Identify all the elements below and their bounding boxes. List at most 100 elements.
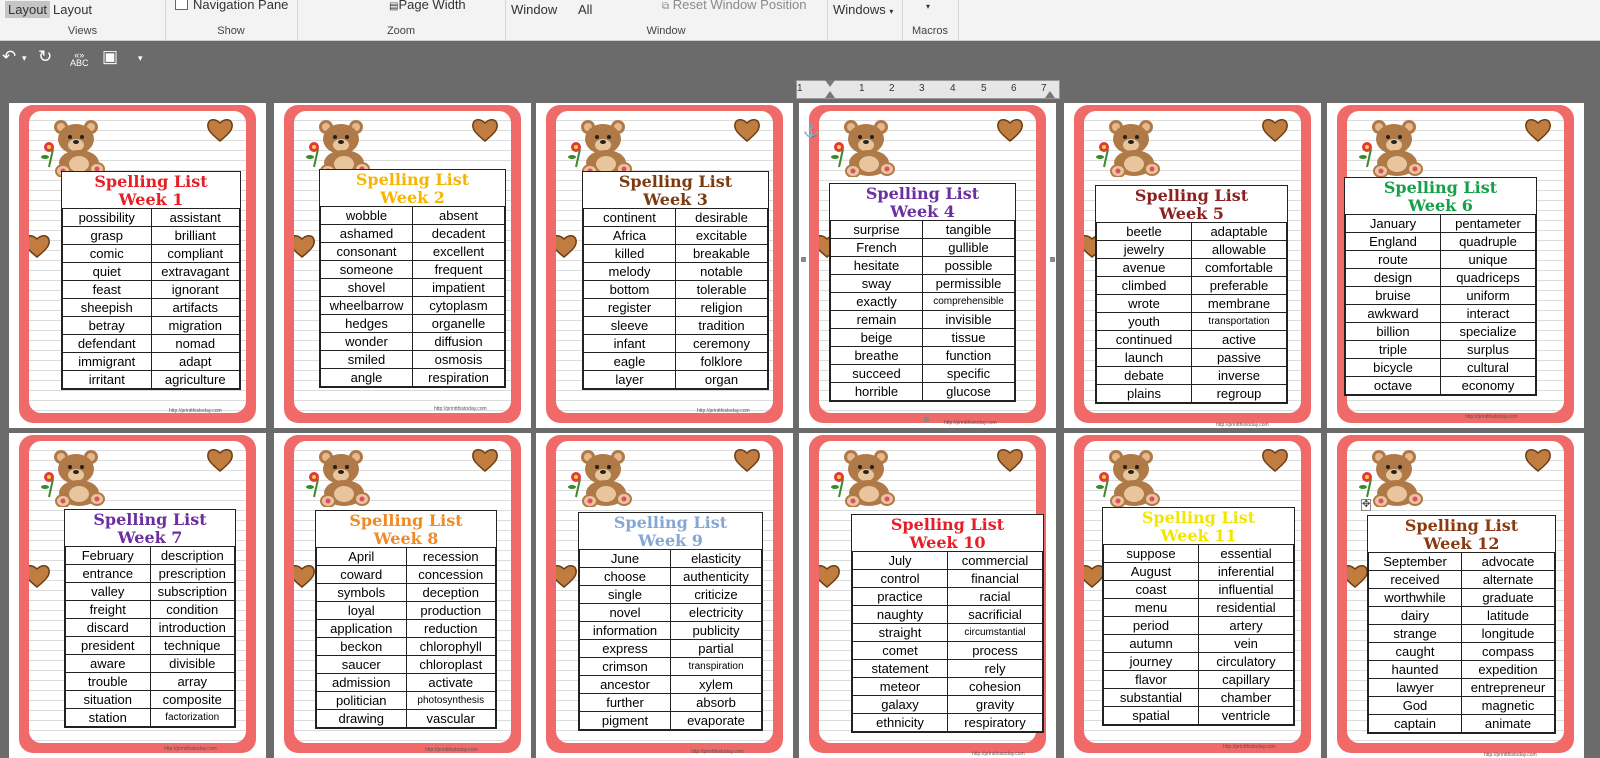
word-cell[interactable]: haunted [1368,660,1462,679]
word-cell[interactable]: caught [1368,642,1462,661]
navigation-pane-checkbox[interactable]: Navigation Pane [175,0,288,12]
word-cell[interactable]: comprehensible [922,292,1015,311]
word-cell[interactable]: publicity [670,621,762,640]
word-cell[interactable]: flavor [1103,670,1199,689]
word-cell[interactable]: admission [316,673,407,692]
word-cell[interactable]: comet [852,641,948,660]
word-cell[interactable]: animate [1461,714,1555,733]
word-cell[interactable]: financial [947,569,1043,588]
word-cell[interactable]: extravagant [150,262,240,281]
word-cell[interactable]: comfortable [1191,258,1287,277]
web-layout-button[interactable]: Layout [53,2,92,17]
word-cell[interactable]: photosynthesis [405,691,496,710]
word-cell[interactable]: saucer [316,655,407,674]
word-cell[interactable]: description [149,546,235,565]
word-cell[interactable]: continued [1096,330,1192,349]
word-cell[interactable]: circulatory [1198,652,1294,671]
word-cell[interactable]: angle [320,368,413,387]
word-cell[interactable]: compass [1461,642,1555,661]
undo-icon[interactable]: ↶ [2,47,16,67]
word-cell[interactable]: April [316,547,407,566]
word-cell[interactable]: naughty [852,605,948,624]
word-cell[interactable]: information [579,621,671,640]
word-cell[interactable]: worthwhile [1368,588,1462,607]
word-cell[interactable]: French [830,238,923,257]
word-cell[interactable]: bottom [583,280,676,299]
document-page[interactable]: Spelling List Week 10 July commercial contro… [799,433,1056,758]
word-cell[interactable]: circumstantial [947,623,1043,642]
word-cell[interactable]: God [1368,696,1462,715]
word-cell[interactable]: ventricle [1198,706,1294,725]
word-cell[interactable]: wobble [320,206,413,225]
word-cell[interactable]: remain [830,310,923,329]
word-cell[interactable]: eagle [583,352,676,371]
word-cell[interactable]: freight [65,600,151,619]
horizontal-ruler[interactable]: 11234567 [796,80,1060,99]
word-cell[interactable]: discard [65,618,151,637]
word-cell[interactable]: passive [1191,348,1287,367]
document-page[interactable]: Spelling List Week 2 wobble absent ashamed de… [274,103,531,428]
word-cell[interactable]: triple [1345,340,1441,359]
word-cell[interactable]: migration [150,316,240,335]
word-cell[interactable]: control [852,569,948,588]
word-cell[interactable]: Africa [583,226,676,245]
word-cell[interactable]: design [1345,268,1441,287]
word-cell[interactable]: respiration [412,368,505,387]
word-cell[interactable]: deception [405,583,496,602]
word-cell[interactable]: quadruple [1440,232,1536,251]
word-cell[interactable]: shovel [320,278,413,297]
word-cell[interactable]: horrible [830,382,923,401]
word-cell[interactable]: climbed [1096,276,1192,295]
word-cell[interactable]: tissue [922,328,1015,347]
word-cell[interactable]: straight [852,623,948,642]
word-cell[interactable]: route [1345,250,1441,269]
word-cell[interactable]: impatient [412,278,505,297]
table-move-handle-icon[interactable]: ✥ [1361,499,1372,511]
word-cell[interactable]: folklore [675,352,768,371]
word-cell[interactable]: president [65,636,151,655]
arrange-all-button[interactable]: All [578,2,592,17]
left-indent-marker[interactable] [825,91,835,98]
word-cell[interactable]: surplus [1440,340,1536,359]
word-cell[interactable]: desirable [675,208,768,227]
paste-icon[interactable]: ▣ [102,47,118,67]
word-cell[interactable]: express [579,639,671,658]
spelling-list-table[interactable]: Spelling List Week 1 possibility assistant g… [61,171,241,390]
word-cell[interactable]: subscription [149,582,235,601]
word-cell[interactable]: galaxy [852,695,948,714]
word-cell[interactable]: adaptable [1191,222,1287,241]
page-width-button[interactable]: ▤Page Width [389,0,466,12]
word-cell[interactable]: novel [579,603,671,622]
word-cell[interactable]: wonder [320,332,413,351]
word-cell[interactable]: nomad [150,334,240,353]
word-cell[interactable]: crimson [579,657,671,676]
spelling-list-table[interactable]: Spelling List Week 2 wobble absent ashamed de… [319,169,506,388]
word-cell[interactable]: advocate [1461,552,1555,571]
word-cell[interactable]: function [922,346,1015,365]
selection-handle[interactable] [924,417,929,422]
word-cell[interactable]: respiratory [947,713,1043,732]
word-cell[interactable]: further [579,693,671,712]
word-cell[interactable]: England [1345,232,1441,251]
word-cell[interactable]: compliant [150,244,240,263]
word-cell[interactable]: octave [1345,376,1441,395]
word-cell[interactable]: possibility [62,208,152,227]
word-cell[interactable]: invisible [922,310,1015,329]
word-cell[interactable]: ashamed [320,224,413,243]
word-cell[interactable]: application [316,619,407,638]
word-cell[interactable]: politician [316,691,407,710]
document-page[interactable]: Spelling List Week 6 January pentameter Engl… [1327,103,1584,428]
document-page[interactable]: Spelling List Week 4 surprise tangible Frenc… [799,103,1056,428]
word-cell[interactable]: coast [1103,580,1199,599]
word-cell[interactable]: exactly [830,292,923,311]
word-cell[interactable]: artery [1198,616,1294,635]
word-cell[interactable]: suppose [1103,544,1199,563]
word-cell[interactable]: defendant [62,334,152,353]
word-cell[interactable]: gullible [922,238,1015,257]
word-cell[interactable]: excellent [412,242,505,261]
word-cell[interactable]: succeed [830,364,923,383]
word-cell[interactable]: autumn [1103,634,1199,653]
word-cell[interactable]: brilliant [150,226,240,245]
word-cell[interactable]: technique [149,636,235,655]
word-cell[interactable]: glucose [922,382,1015,401]
